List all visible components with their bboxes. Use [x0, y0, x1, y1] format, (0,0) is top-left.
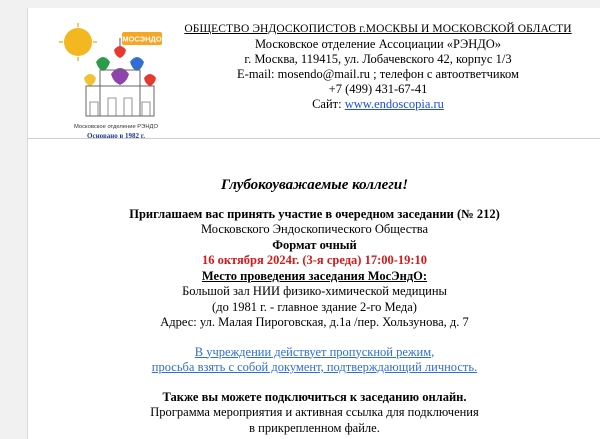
invitation-line: Приглашаем вас принять участие в очередн…	[129, 206, 500, 221]
postal-address: г. Москва, 119415, ул. Лобачевского 42, …	[244, 52, 512, 66]
venue-name: Большой зал НИИ физико-химической медици…	[182, 284, 447, 298]
letter-sheet: МОСЭНДО Московское отделение РЭНДО Основ…	[27, 8, 600, 439]
svg-text:Московское отделение РЭНДО: Московское отделение РЭНДО	[74, 124, 158, 130]
access-notice-line1: В учреждении действует пропускной режим,	[194, 344, 435, 359]
venue-heading: Место проведения заседания МосЭндО:	[201, 268, 428, 283]
online-notice: Также вы можете подключиться к заседанию…	[162, 389, 467, 404]
meeting-datetime: 16 октября 2024г. (3-я среда) 17:00-19:1…	[201, 253, 428, 267]
letter-body: Глубокоуважаемые коллеги! Приглашаем вас…	[28, 177, 600, 436]
society-name: Московского Эндоскопического Общества	[200, 222, 429, 236]
svg-text:МОСЭНДО: МОСЭНДО	[122, 35, 161, 44]
program-line2: в прикрепленном файле.	[249, 420, 380, 435]
venue-history: (до 1981 г. - главное здание 2-го Меда)	[212, 299, 417, 314]
header-divider	[28, 138, 600, 139]
website-label: Сайт:	[312, 97, 345, 111]
greeting: Глубокоуважаемые коллеги!	[220, 177, 409, 193]
website-line: Сайт: www.endoscopia.ru	[158, 97, 598, 112]
org-name: ОБЩЕСТВО ЭНДОСКОПИСТОВ г.МОСКВЫ И МОСКОВ…	[184, 23, 572, 35]
sun-icon	[64, 28, 92, 56]
meeting-format: Формат очный	[272, 237, 357, 252]
venue-address: Адрес: ул. Малая Пироговская, д.1а /пер.…	[160, 315, 469, 329]
program-line1: Программа мероприятия и активная ссылка …	[150, 405, 479, 419]
letterhead-text: ОБЩЕСТВО ЭНДОСКОПИСТОВ г.МОСКВЫ И МОСКОВ…	[158, 22, 598, 112]
email-phone-line: E-mail: mosendo@mail.ru ; телефон с авто…	[237, 67, 519, 81]
website-link[interactable]: www.endoscopia.ru	[345, 97, 444, 111]
access-notice-line2: просьба взять с собой документ, подтверж…	[151, 360, 478, 374]
letterhead: МОСЭНДО Московское отделение РЭНДО Основ…	[28, 8, 600, 142]
branch-name: Московское отделение Ассоциации «РЭНДО»	[254, 37, 502, 51]
phone-number: +7 (499) 431-67-41	[328, 82, 428, 96]
